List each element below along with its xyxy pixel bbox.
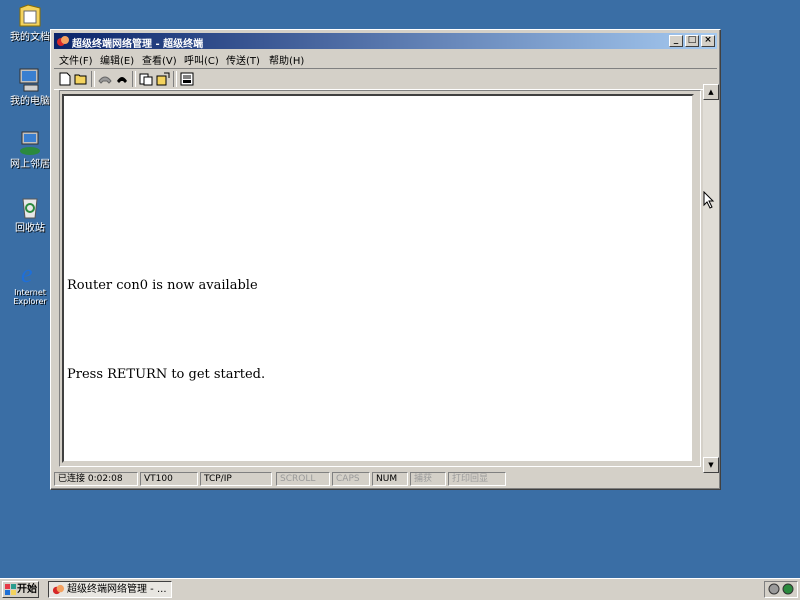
- scroll-up-button[interactable]: ▲: [703, 84, 719, 100]
- scroll-down-button[interactable]: ▼: [703, 457, 719, 473]
- taskbar: 开始 超级终端网络管理 - ...: [0, 578, 800, 600]
- minimize-button[interactable]: _: [669, 35, 683, 47]
- desktop-icon-label: 网上邻居: [10, 159, 50, 170]
- terminal-line: Press RETURN to get started.: [67, 367, 266, 382]
- receive-file-icon[interactable]: [155, 71, 171, 87]
- desktop-icon-label: 我的文档: [10, 32, 50, 43]
- task-label: 超级终端网络管理 - ...: [67, 584, 167, 595]
- internet-explorer-icon: e: [16, 258, 44, 288]
- open-icon[interactable]: [73, 71, 89, 87]
- maximize-button[interactable]: □: [685, 35, 699, 47]
- mouse-cursor-icon: [703, 190, 715, 212]
- status-emulation: VT100: [140, 472, 198, 486]
- status-caps: CAPS: [332, 472, 370, 486]
- status-capture: 捕获: [410, 472, 446, 486]
- desktop-icon-label: Internet Explorer: [13, 288, 47, 306]
- menu-view[interactable]: 查看(V): [142, 52, 177, 67]
- disconnect-icon[interactable]: [97, 71, 113, 87]
- desktop-icon-my-documents[interactable]: 我的文档: [4, 2, 56, 43]
- menu-file[interactable]: 文件(F): [59, 52, 93, 67]
- status-protocol: TCP/IP: [200, 472, 272, 486]
- recycle-bin-icon: [16, 193, 44, 221]
- status-num: NUM: [372, 472, 408, 486]
- start-label: 开始: [17, 584, 37, 595]
- send-file-icon[interactable]: [138, 71, 154, 87]
- my-documents-icon: [16, 2, 44, 30]
- tray-icon-volume[interactable]: [768, 583, 780, 598]
- toolbar-separator: [173, 71, 177, 87]
- toolbar: [54, 68, 717, 90]
- terminal-screen[interactable]: Router con0 is now available Press RETUR…: [62, 94, 694, 463]
- new-connection-icon[interactable]: [57, 71, 73, 87]
- terminal-line: Router con0 is now available: [67, 278, 258, 293]
- window-title: 超级终端网络管理 - 超级终端: [72, 39, 204, 50]
- vertical-scrollbar[interactable]: ▲ ▼: [703, 84, 719, 473]
- dial-icon[interactable]: [114, 71, 130, 87]
- start-button[interactable]: 开始: [2, 581, 39, 598]
- toolbar-separator: [132, 71, 136, 87]
- taskbar-hyperterminal-button[interactable]: 超级终端网络管理 - ...: [48, 581, 172, 598]
- menu-transfer[interactable]: 传送(T): [226, 52, 260, 67]
- title-bar[interactable]: 超级终端网络管理 - 超级终端 _ □ ×: [54, 33, 717, 50]
- desktop-icon-my-computer[interactable]: 我的电脑: [4, 66, 56, 107]
- network-places-icon: [16, 129, 44, 157]
- tray-icon-network[interactable]: [782, 583, 794, 598]
- status-bar: 已连接 0:02:08 VT100 TCP/IP SCROLL CAPS NUM…: [54, 472, 717, 486]
- desktop-icon-ie[interactable]: e Internet Explorer: [4, 258, 56, 306]
- desktop-icon-label: 我的电脑: [10, 96, 50, 107]
- windows-logo-icon: [5, 584, 16, 600]
- status-scroll: SCROLL: [276, 472, 330, 486]
- menu-bar: 文件(F) 编辑(E) 查看(V) 呼叫(C) 传送(T) 帮助(H): [54, 50, 717, 67]
- desktop-icon-network[interactable]: 网上邻居: [4, 129, 56, 170]
- system-tray: [764, 581, 798, 598]
- status-print-echo: 打印回显: [448, 472, 506, 486]
- menu-edit[interactable]: 编辑(E): [100, 52, 134, 67]
- hyperterminal-icon: [56, 34, 70, 48]
- toolbar-separator: [91, 71, 95, 87]
- svg-text:e: e: [21, 259, 33, 286]
- menu-help[interactable]: 帮助(H): [269, 52, 304, 67]
- my-computer-icon: [16, 66, 44, 94]
- desktop-icon-recycle-bin[interactable]: 回收站: [4, 193, 56, 234]
- desktop-icon-label: 回收站: [15, 223, 45, 234]
- close-button[interactable]: ×: [701, 35, 715, 47]
- hyperterminal-icon: [52, 583, 65, 597]
- properties-icon[interactable]: [179, 71, 195, 87]
- status-connected: 已连接 0:02:08: [54, 472, 138, 486]
- menu-call[interactable]: 呼叫(C): [184, 52, 219, 67]
